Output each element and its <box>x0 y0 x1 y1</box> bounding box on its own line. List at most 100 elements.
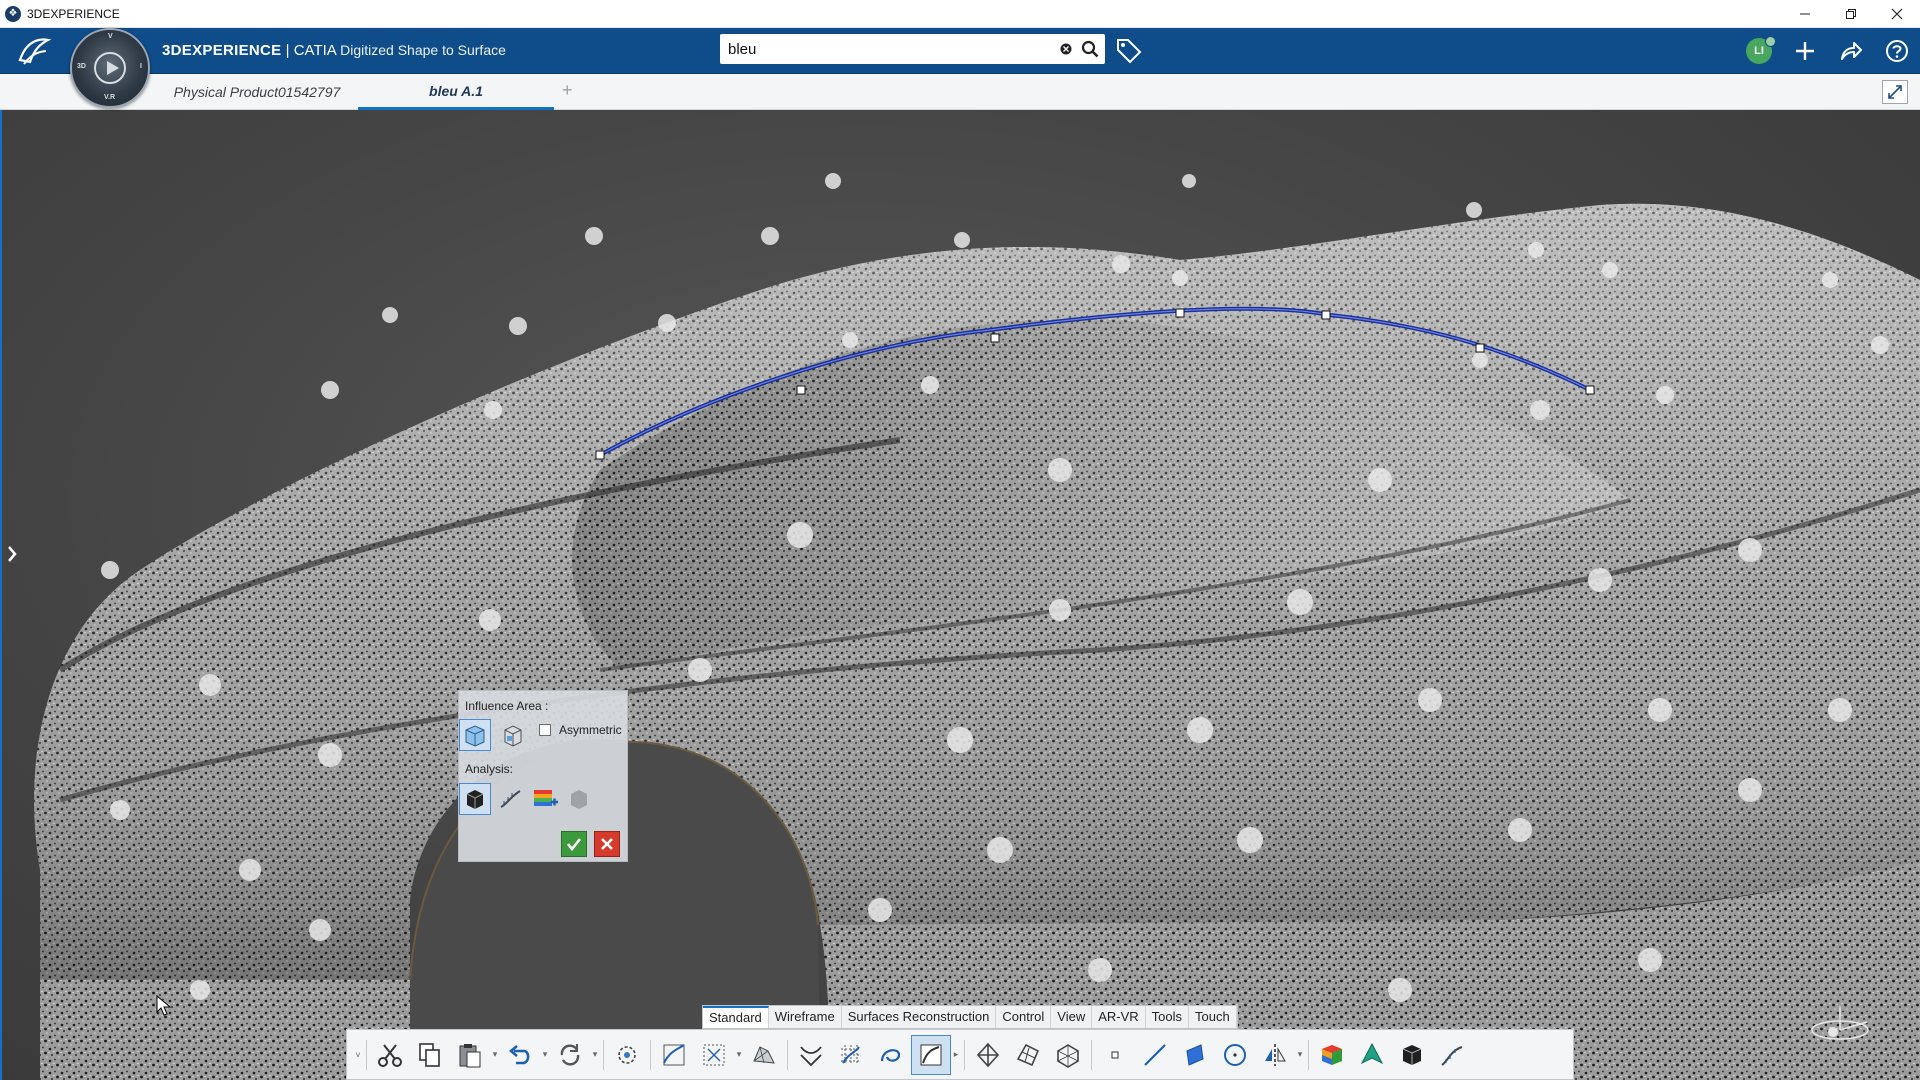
restore-icon <box>1846 9 1856 19</box>
circle-button[interactable] <box>1215 1035 1255 1075</box>
mesh-select-options-button[interactable]: ▾ <box>734 1049 744 1060</box>
minimize-button[interactable] <box>1782 0 1828 28</box>
paste-options-button[interactable]: ▾ <box>490 1049 500 1060</box>
undo-icon <box>508 1044 530 1064</box>
section-touch[interactable]: Touch <box>1189 1006 1237 1028</box>
compass-widget[interactable]: V 3D I V.R <box>70 28 150 108</box>
add-button[interactable] <box>1782 28 1828 74</box>
section-tools[interactable]: Tools <box>1146 1006 1190 1028</box>
plane-button[interactable] <box>1175 1035 1215 1075</box>
checkmark-icon <box>566 838 582 852</box>
action-bar-menu[interactable]: ˅ <box>353 1050 363 1060</box>
update-button[interactable] <box>550 1035 590 1075</box>
action-bar: ˅ ▾ ▾ ▾ ▾ ▸ ▾ <box>346 1029 1574 1080</box>
symmetry-button[interactable] <box>1255 1035 1295 1075</box>
surface-net-button[interactable] <box>1008 1035 1048 1075</box>
search-input[interactable]: bleu <box>728 41 1057 58</box>
patch-button[interactable] <box>1048 1035 1088 1075</box>
asymmetric-option[interactable]: Asymmetric <box>539 723 622 737</box>
fullscreen-button[interactable] <box>1882 80 1908 104</box>
compass-label-top: V <box>108 33 113 40</box>
restore-button[interactable] <box>1828 0 1874 28</box>
section-curves-icon <box>800 1045 822 1066</box>
dassault-logo-icon[interactable] <box>16 34 52 68</box>
add-tab-button[interactable]: + <box>562 80 573 101</box>
deviation-map-icon <box>534 790 558 806</box>
snap-button[interactable] <box>607 1035 647 1075</box>
cloud-grid-button[interactable] <box>831 1035 871 1075</box>
copy-button[interactable] <box>410 1035 450 1075</box>
curve-loop-button[interactable] <box>871 1035 911 1075</box>
play-icon[interactable] <box>94 52 126 84</box>
separator <box>787 1039 788 1070</box>
line-icon <box>1144 1043 1166 1066</box>
share-button[interactable] <box>1828 28 1874 74</box>
snap-icon <box>618 1045 636 1064</box>
network-button[interactable] <box>968 1035 1008 1075</box>
curve-active-icon <box>920 1044 942 1065</box>
section-control[interactable]: Control <box>996 1006 1052 1028</box>
point-button[interactable] <box>1095 1035 1135 1075</box>
tag-icon[interactable] <box>1114 36 1144 64</box>
cloud-grid-icon <box>841 1044 861 1065</box>
line-button[interactable] <box>1135 1035 1175 1075</box>
update-options-button[interactable]: ▾ <box>590 1049 600 1060</box>
help-button[interactable] <box>1874 28 1920 74</box>
orientation-robot-icon[interactable] <box>1805 1000 1875 1050</box>
curve-on-mesh-button[interactable] <box>654 1035 694 1075</box>
search-bar[interactable]: bleu <box>720 34 1105 64</box>
shading-icon <box>1402 1044 1422 1065</box>
analysis-curve-button[interactable] <box>495 783 527 815</box>
close-button[interactable] <box>1874 0 1920 28</box>
section-ar-vr[interactable]: AR-VR <box>1092 1006 1146 1028</box>
shading-button[interactable] <box>1392 1035 1432 1075</box>
compass-label-left: 3D <box>77 63 86 70</box>
section-surfaces-reconstruction[interactable]: Surfaces Reconstruction <box>842 1006 997 1028</box>
curve-options-button[interactable]: ▸ <box>951 1049 961 1060</box>
curve-active-button[interactable] <box>911 1034 951 1075</box>
mesh-select-icon <box>703 1044 725 1065</box>
section-wireframe[interactable]: Wireframe <box>769 1006 842 1028</box>
influence-local-button[interactable] <box>497 719 529 751</box>
tab-physical-product[interactable]: Physical Product01542797 <box>162 74 352 110</box>
clear-search-button[interactable] <box>1057 40 1075 58</box>
mesh-select-button[interactable] <box>694 1035 734 1075</box>
color-deviation-button[interactable] <box>1312 1035 1352 1075</box>
paste-button[interactable] <box>450 1035 490 1075</box>
3d-viewport[interactable] <box>0 110 1920 1080</box>
ok-button[interactable] <box>561 831 587 857</box>
share-icon <box>1841 42 1862 60</box>
viewport-left-border <box>0 110 2 1080</box>
draft-curve-icon <box>1441 1045 1463 1066</box>
asymmetric-checkbox[interactable] <box>539 724 551 736</box>
mesh-edit-button[interactable] <box>744 1035 784 1075</box>
undo-options-button[interactable]: ▾ <box>540 1049 550 1060</box>
tab-bleu[interactable]: bleu A.1 <box>358 74 554 110</box>
influence-global-button[interactable] <box>459 719 491 751</box>
section-curves-button[interactable] <box>791 1035 831 1075</box>
separator <box>366 1039 367 1070</box>
shaded-cube-icon <box>466 790 484 809</box>
analysis-shading-button[interactable] <box>459 783 491 815</box>
cancel-button[interactable] <box>594 831 620 857</box>
search-button[interactable] <box>1075 34 1105 64</box>
section-view[interactable]: View <box>1051 1006 1093 1028</box>
car-scan-model[interactable] <box>0 110 1920 1080</box>
symmetry-options-button[interactable]: ▾ <box>1295 1049 1305 1060</box>
undo-button[interactable] <box>500 1035 540 1075</box>
compass-label-right: I <box>140 63 142 70</box>
analysis-deviation-button[interactable] <box>529 783 561 815</box>
expand-side-panel-icon[interactable] <box>4 542 20 566</box>
user-button[interactable]: LI <box>1736 28 1782 74</box>
cut-button[interactable] <box>370 1035 410 1075</box>
window-titlebar: ❖ 3DEXPERIENCE <box>0 0 1920 28</box>
analysis-disabled-button[interactable] <box>563 783 595 815</box>
section-standard[interactable]: Standard <box>703 1006 769 1028</box>
plus-icon <box>1796 42 1814 60</box>
normal-analysis-button[interactable] <box>1352 1035 1392 1075</box>
normal-analysis-icon <box>1360 1042 1384 1064</box>
brand-app-name: Digitized Shape to Surface <box>340 42 506 58</box>
clear-icon <box>1060 43 1072 55</box>
draft-curve-button[interactable] <box>1432 1035 1472 1075</box>
network-icon <box>976 1042 1000 1067</box>
